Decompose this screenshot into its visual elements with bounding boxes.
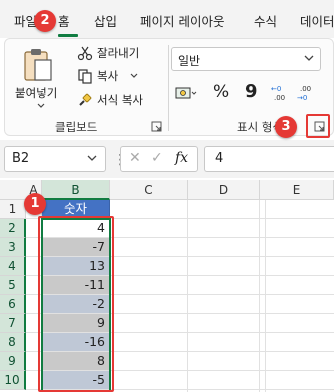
number-format-value: 일반 — [178, 54, 201, 68]
chevron-down-icon — [130, 73, 138, 78]
column-header-C[interactable]: C — [110, 180, 188, 200]
percent-style-button[interactable]: % — [213, 82, 229, 102]
svg-text:.00: .00 — [274, 94, 285, 102]
column-header-D[interactable]: D — [188, 180, 260, 200]
tab-formulas[interactable]: 수식 — [254, 11, 277, 30]
row-header-8[interactable]: 8 — [0, 333, 26, 352]
cancel-button[interactable]: ✕ — [129, 150, 141, 166]
chevron-down-icon — [37, 103, 45, 108]
row-header-4[interactable]: 4 — [0, 257, 26, 276]
row-header-7[interactable]: 7 — [0, 314, 26, 333]
row-header-6[interactable]: 6 — [0, 295, 26, 314]
tab-insert[interactable]: 삽입 — [94, 11, 117, 30]
row-header-1[interactable]: 1 — [0, 200, 26, 219]
number-format-toolbar: % 9 ←0.00 .00 →0 — [175, 81, 325, 105]
decrease-decimal-icon[interactable]: .00→0 — [297, 83, 317, 103]
scissors-icon — [77, 46, 93, 61]
svg-text:.00: .00 — [300, 85, 311, 93]
annotation-badge-2: 2 — [34, 10, 56, 32]
column-header-E[interactable]: E — [260, 180, 334, 200]
copy-label: 복사 — [97, 69, 119, 83]
cell-A6[interactable] — [26, 295, 42, 314]
cell-A4[interactable] — [26, 257, 42, 276]
clipboard-group-label: 클립보드 — [55, 120, 98, 134]
cell-B3[interactable]: -7 — [42, 238, 110, 257]
clipboard-dialog-launcher-icon[interactable] — [151, 121, 163, 133]
group-separator — [168, 45, 169, 131]
paste-button[interactable]: 붙여넣기 — [15, 45, 61, 108]
row-header-2[interactable]: 2 — [0, 219, 26, 238]
cell-A2[interactable] — [26, 219, 42, 238]
tab-data[interactable]: 데이터 — [300, 11, 334, 30]
tab-home[interactable]: 홈 — [58, 11, 70, 30]
cell-B8[interactable]: -16 — [42, 333, 110, 352]
formula-buttons: ✕ ✓ fx — [120, 146, 198, 172]
empty-cells-region[interactable] — [110, 200, 334, 392]
insert-function-button[interactable]: fx — [175, 150, 188, 166]
format-painter-button[interactable]: 서식 복사 — [77, 90, 143, 110]
paste-label: 붙여넣기 — [15, 86, 58, 100]
formula-value: 4 — [215, 151, 224, 166]
row-header-9[interactable]: 9 — [0, 352, 26, 371]
increase-decimal-icon[interactable]: ←0.00 — [271, 83, 291, 103]
paintbrush-icon — [79, 93, 92, 106]
number-format-select[interactable]: 일반 — [171, 47, 321, 71]
annotation-badge-1: 1 — [24, 193, 46, 215]
cell-A5[interactable] — [26, 276, 42, 295]
cell-A9[interactable] — [26, 352, 42, 371]
cell-A8[interactable] — [26, 333, 42, 352]
cut-label: 잘라내기 — [97, 46, 140, 60]
cell-B2[interactable]: 4 — [42, 219, 110, 238]
svg-text:→0: →0 — [297, 94, 307, 102]
column-header-B[interactable]: B — [42, 180, 110, 200]
comma-style-button[interactable]: 9 — [245, 81, 258, 102]
enter-button[interactable]: ✓ — [151, 150, 163, 166]
svg-text:←0: ←0 — [271, 85, 281, 93]
cell-B10[interactable]: -5 — [42, 371, 110, 390]
cut-button[interactable]: 잘라내기 — [77, 43, 139, 63]
copy-button[interactable]: 복사 — [77, 66, 142, 86]
cell-B1-header[interactable]: 숫자 — [42, 200, 110, 219]
number-format-dialog-launcher-icon[interactable] — [314, 121, 326, 133]
worksheet-grid: A B C D E 1 2 3 4 5 6 7 8 9 10 숫자 4 -7 1… — [0, 180, 334, 392]
cell-A10[interactable] — [26, 371, 42, 390]
row-header-3[interactable]: 3 — [0, 238, 26, 257]
active-tab-indicator — [58, 34, 78, 37]
chevron-down-icon — [304, 55, 314, 61]
cell-B7[interactable]: 9 — [42, 314, 110, 333]
copy-icon — [78, 69, 92, 84]
cell-A7[interactable] — [26, 314, 42, 333]
annotation-badge-3: 3 — [275, 116, 297, 138]
column-divider — [259, 200, 260, 392]
chevron-down-icon — [87, 155, 97, 161]
cell-B6[interactable]: -2 — [42, 295, 110, 314]
column-divider — [187, 200, 188, 392]
cell-B4[interactable]: 13 — [42, 257, 110, 276]
cell-B5[interactable]: -11 — [42, 276, 110, 295]
cell-B9[interactable]: 8 — [42, 352, 110, 371]
formula-bar: B2 ⋮ ✕ ✓ fx 4 — [0, 140, 334, 178]
name-box[interactable]: B2 — [4, 146, 106, 172]
row-header-10[interactable]: 10 — [0, 371, 26, 390]
cell-A3[interactable] — [26, 238, 42, 257]
format-painter-label: 서식 복사 — [97, 93, 143, 107]
name-box-value: B2 — [12, 151, 30, 166]
tab-page-layout[interactable]: 페이지 레이아웃 — [140, 11, 224, 30]
formula-input[interactable]: 4 — [204, 146, 334, 172]
paste-icon — [24, 49, 52, 81]
accounting-format-icon[interactable] — [175, 83, 197, 103]
row-header-5[interactable]: 5 — [0, 276, 26, 295]
